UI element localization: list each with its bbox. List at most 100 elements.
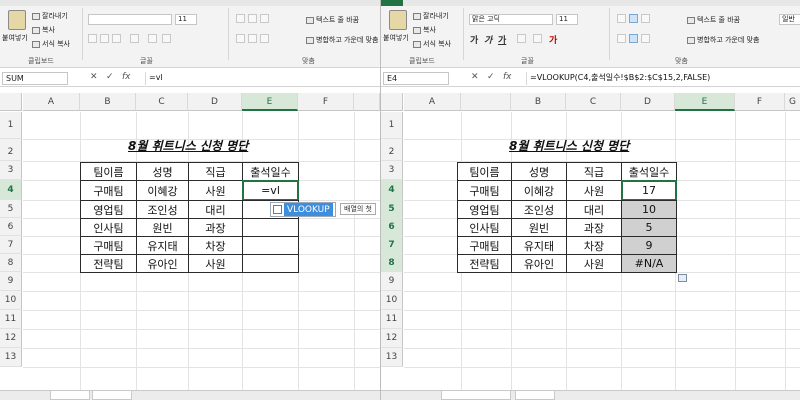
- font-size-box[interactable]: 11: [556, 14, 578, 25]
- align-bottom-button[interactable]: [260, 14, 269, 23]
- paste-button[interactable]: 붙여넣기: [2, 33, 28, 43]
- column-header[interactable]: A: [23, 93, 80, 111]
- table-cell[interactable]: 차장: [188, 236, 243, 255]
- font-color-button[interactable]: [162, 34, 171, 43]
- border-button[interactable]: [130, 34, 139, 43]
- table-header-cell[interactable]: 출석일수: [242, 162, 299, 181]
- row-header[interactable]: 13: [381, 348, 403, 367]
- wrap-text-button[interactable]: 텍스트 줄 바꿈: [306, 15, 359, 25]
- table-cell[interactable]: 조인성: [136, 200, 189, 219]
- column-header[interactable]: A: [404, 93, 461, 111]
- row-header[interactable]: 9: [0, 272, 22, 291]
- row-header[interactable]: 1: [381, 112, 403, 139]
- table-cell[interactable]: 구매팀: [80, 180, 137, 201]
- row-header[interactable]: 10: [0, 291, 22, 310]
- enter-icon[interactable]: ✓: [487, 72, 495, 82]
- autocomplete-item-vlookup[interactable]: VLOOKUP: [284, 203, 333, 216]
- align-center-button[interactable]: [629, 34, 638, 43]
- table-cell[interactable]: 전략팀: [457, 254, 512, 273]
- row-header[interactable]: 5: [0, 200, 22, 218]
- formula-input[interactable]: =VLOOKUP(C4,출석일수!$B$2:$C$15,2,FALSE): [526, 72, 798, 85]
- cancel-icon[interactable]: ✕: [471, 72, 479, 82]
- italic-button[interactable]: 가: [484, 33, 492, 46]
- table-cell[interactable]: 차장: [566, 236, 622, 255]
- row-header[interactable]: 3: [0, 161, 22, 180]
- merge-center-button[interactable]: 병합하고 가운데 맞춤: [306, 35, 378, 45]
- cancel-icon[interactable]: ✕: [90, 72, 98, 82]
- table-cell[interactable]: 구매팀: [457, 180, 512, 201]
- row-header[interactable]: 4: [0, 180, 22, 200]
- table-header-cell[interactable]: 팀이름: [80, 162, 137, 181]
- fill-color-button[interactable]: [533, 34, 542, 43]
- formula-input[interactable]: =vl: [145, 72, 378, 85]
- font-name-box[interactable]: 맑은 고딕: [469, 14, 553, 25]
- align-left-button[interactable]: [236, 34, 245, 43]
- table-cell[interactable]: 이혜강: [511, 180, 567, 201]
- row-header[interactable]: 13: [0, 348, 22, 367]
- font-name-box[interactable]: [88, 14, 172, 25]
- sheet-tab[interactable]: [441, 391, 511, 400]
- row-header[interactable]: 6: [0, 218, 22, 236]
- table-cell[interactable]: 유아인: [136, 254, 189, 273]
- name-box[interactable]: SUM: [2, 72, 68, 85]
- underline-button[interactable]: 가: [498, 33, 506, 46]
- select-all-corner[interactable]: [0, 93, 22, 111]
- table-cell[interactable]: [242, 218, 299, 237]
- bold-button[interactable]: 가: [470, 33, 478, 46]
- cut-button[interactable]: 잘라내기: [32, 11, 68, 21]
- column-header[interactable]: C: [136, 93, 188, 111]
- table-cell[interactable]: 이혜강: [136, 180, 189, 201]
- table-cell[interactable]: 영업팀: [457, 200, 512, 219]
- row-header[interactable]: 8: [381, 254, 403, 272]
- column-header[interactable]: [461, 93, 511, 111]
- row-header[interactable]: 5: [381, 200, 403, 218]
- row-header[interactable]: 2: [0, 139, 22, 161]
- table-cell[interactable]: 원빈: [136, 218, 189, 237]
- row-header[interactable]: 11: [381, 310, 403, 329]
- sheet-title[interactable]: 8월 휘트니스 신청 명단: [509, 137, 629, 154]
- table-cell[interactable]: [242, 236, 299, 255]
- column-header[interactable]: C: [566, 93, 621, 111]
- column-header[interactable]: G: [785, 93, 800, 111]
- row-header[interactable]: 1: [0, 112, 22, 139]
- font-size-box[interactable]: 11: [175, 14, 197, 25]
- align-center-button[interactable]: [248, 34, 257, 43]
- table-header-cell[interactable]: 직급: [188, 162, 243, 181]
- table-cell[interactable]: 원빈: [511, 218, 567, 237]
- fill-color-button[interactable]: [148, 34, 157, 43]
- row-header[interactable]: 7: [0, 236, 22, 254]
- row-header[interactable]: 10: [381, 291, 403, 310]
- align-left-button[interactable]: [617, 34, 626, 43]
- border-button[interactable]: [517, 34, 526, 43]
- result-cell[interactable]: 10: [621, 200, 677, 219]
- copy-button[interactable]: 복사: [32, 25, 55, 35]
- format-painter-button[interactable]: 서식 복사: [32, 39, 70, 49]
- table-cell[interactable]: 과장: [566, 218, 622, 237]
- column-header[interactable]: F: [298, 93, 354, 111]
- column-header[interactable]: E: [675, 93, 735, 111]
- result-cell[interactable]: 5: [621, 218, 677, 237]
- column-header[interactable]: B: [80, 93, 136, 111]
- table-cell[interactable]: 구매팀: [457, 236, 512, 255]
- column-header[interactable]: D: [188, 93, 242, 111]
- insert-function-icon[interactable]: fx: [122, 72, 131, 82]
- sheet-title[interactable]: 8월 휘트니스 신청 명단: [128, 137, 248, 154]
- active-cell-editor[interactable]: =vl: [242, 180, 299, 201]
- sheet-tab[interactable]: [92, 391, 132, 400]
- table-cell[interactable]: 유지태: [511, 236, 567, 255]
- insert-function-icon[interactable]: fx: [503, 72, 512, 82]
- result-cell[interactable]: 9: [621, 236, 677, 255]
- paste-icon[interactable]: [389, 10, 407, 30]
- column-header[interactable]: [354, 93, 380, 111]
- select-all-corner[interactable]: [381, 93, 403, 111]
- row-header[interactable]: 12: [0, 329, 22, 348]
- align-right-button[interactable]: [641, 34, 650, 43]
- row-header[interactable]: 12: [381, 329, 403, 348]
- italic-button[interactable]: [100, 34, 109, 43]
- align-bottom-button[interactable]: [641, 14, 650, 23]
- table-cell[interactable]: 과장: [188, 218, 243, 237]
- row-header[interactable]: 8: [0, 254, 22, 272]
- table-header-cell[interactable]: 성명: [136, 162, 189, 181]
- row-header[interactable]: 4: [381, 180, 403, 200]
- result-cell[interactable]: #N/A: [621, 254, 677, 273]
